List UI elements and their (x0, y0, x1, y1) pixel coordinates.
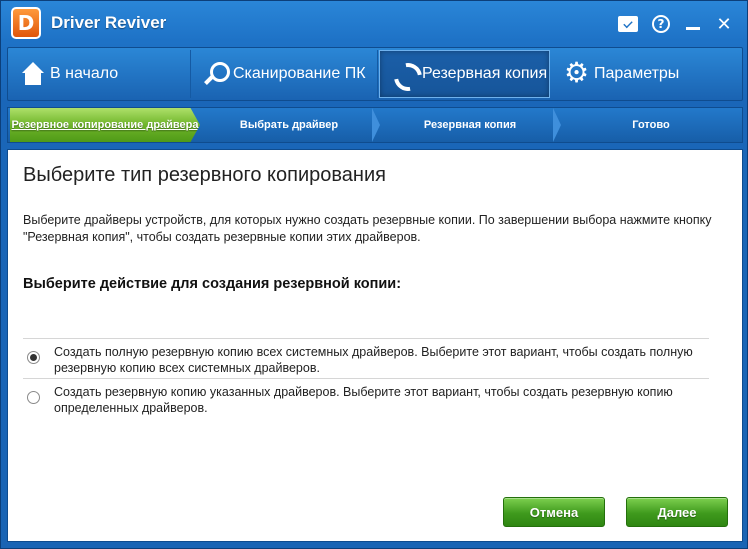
step-2: Выбрать драйвер (239, 118, 339, 131)
step-4: Готово (632, 118, 670, 131)
close-icon[interactable]: ✕ (713, 13, 735, 35)
app-logo: D (11, 7, 41, 39)
help-icon[interactable]: ? (650, 13, 672, 35)
main-nav: В начало Сканирование ПК Резервная копия… (7, 47, 743, 101)
app-title: Driver Reviver (51, 13, 167, 32)
radio-selected-backup[interactable] (27, 391, 40, 404)
section-heading: Выберите действие для создания резервной… (23, 276, 402, 292)
content-panel: Выберите тип резервного копирования Выбе… (7, 149, 743, 542)
gear-icon (564, 56, 590, 89)
description-text: Выберите драйверы устройств, для которых… (23, 213, 712, 244)
home-icon (20, 61, 46, 87)
nav-tab-settings[interactable]: Параметры (552, 50, 742, 98)
nav-tab-backup-label: Резервная копия (422, 65, 548, 82)
search-icon (203, 61, 230, 87)
nav-tab-scan[interactable]: Сканирование ПК (191, 50, 378, 98)
cancel-button[interactable]: Отмена (503, 497, 605, 527)
nav-tab-settings-label: Параметры (594, 65, 680, 82)
option-selected-backup-label: Создать резервную копию указанных драйве… (54, 385, 673, 415)
backup-options: Создать полную резервную копию всех сист… (23, 338, 709, 418)
step-separator (372, 108, 380, 142)
page-title: Выберите тип резервного копирования (23, 164, 386, 186)
nav-tab-scan-label: Сканирование ПК (233, 65, 366, 82)
radio-full-backup[interactable] (27, 351, 40, 364)
nav-tab-backup[interactable]: Резервная копия (379, 50, 550, 98)
nav-tab-home[interactable]: В начало (8, 50, 191, 98)
option-full-backup-label: Создать полную резервную копию всех сист… (54, 345, 693, 375)
step-3: Резервная копия (423, 118, 517, 131)
option-full-backup[interactable]: Создать полную резервную копию всех сист… (23, 338, 709, 378)
wizard-steps: Резервное копирование драйвера Выбрать д… (7, 107, 743, 143)
title-bar: D Driver Reviver ? ✕ (1, 1, 747, 45)
step-separator (553, 108, 561, 142)
feedback-icon[interactable] (617, 13, 639, 35)
refresh-backup-icon (392, 61, 418, 87)
step-1: Резервное копирование драйвера (10, 108, 200, 142)
next-button[interactable]: Далее (626, 497, 728, 527)
nav-tab-home-label: В начало (50, 65, 119, 82)
option-selected-backup[interactable]: Создать резервную копию указанных драйве… (23, 378, 709, 418)
minimize-icon[interactable] (682, 13, 704, 35)
app-window: D Driver Reviver ? ✕ В начало Сканирован… (0, 0, 748, 549)
